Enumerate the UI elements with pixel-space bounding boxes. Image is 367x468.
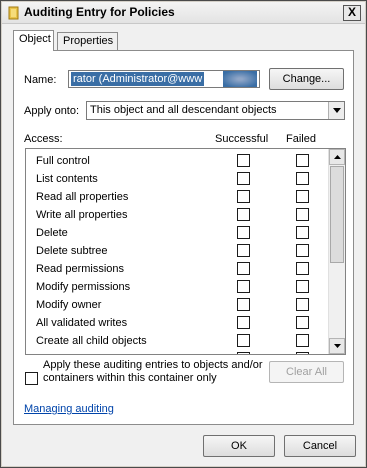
access-header: Access:	[24, 133, 63, 145]
permission-name: Delete all child objects	[36, 353, 145, 354]
permission-row: Modify owner	[26, 296, 326, 314]
cancel-button[interactable]: Cancel	[284, 435, 356, 457]
clear-all-button[interactable]: Clear All	[269, 361, 344, 383]
failed-checkbox[interactable]	[296, 208, 309, 221]
folder-icon	[8, 6, 20, 20]
permission-name: All validated writes	[36, 317, 128, 329]
failed-checkbox[interactable]	[296, 154, 309, 167]
successful-checkbox[interactable]	[237, 208, 250, 221]
scroll-down-icon[interactable]	[329, 338, 345, 354]
failed-checkbox[interactable]	[296, 244, 309, 257]
permission-row: Modify permissions	[26, 278, 326, 296]
permission-row: Create all child objects	[26, 332, 326, 350]
apply-onto-select[interactable]: This object and all descendant objects	[86, 101, 345, 120]
name-label: Name:	[24, 74, 57, 86]
failed-checkbox[interactable]	[296, 298, 309, 311]
apply-within-container-label: Apply these auditing entries to objects …	[43, 359, 263, 384]
vertical-scrollbar[interactable]	[328, 149, 345, 354]
permission-name: Delete subtree	[36, 245, 108, 257]
successful-checkbox[interactable]	[237, 334, 250, 347]
failed-checkbox[interactable]	[296, 190, 309, 203]
tab-object[interactable]: Object	[13, 30, 54, 51]
permission-name: Delete	[36, 227, 68, 239]
permission-name: Write all properties	[36, 209, 128, 221]
apply-onto-value: This object and all descendant objects	[90, 104, 277, 116]
successful-checkbox[interactable]	[237, 244, 250, 257]
auditing-entry-dialog: Auditing Entry for Policies X Object Pro…	[0, 0, 367, 468]
redacted-region	[223, 71, 257, 87]
window-title: Auditing Entry for Policies	[24, 5, 175, 19]
successful-header: Successful	[215, 133, 269, 145]
successful-checkbox[interactable]	[237, 190, 250, 203]
chevron-down-icon[interactable]	[328, 102, 344, 119]
successful-checkbox[interactable]	[237, 154, 250, 167]
successful-checkbox[interactable]	[237, 352, 250, 354]
name-field[interactable]: rator (Administrator@www	[68, 70, 260, 88]
failed-checkbox[interactable]	[296, 262, 309, 275]
successful-checkbox[interactable]	[237, 280, 250, 293]
failed-checkbox[interactable]	[296, 280, 309, 293]
successful-checkbox[interactable]	[237, 172, 250, 185]
close-button[interactable]: X	[343, 5, 361, 21]
successful-checkbox[interactable]	[237, 262, 250, 275]
close-icon: X	[347, 5, 356, 19]
tab-properties[interactable]: Properties	[57, 32, 118, 51]
failed-checkbox[interactable]	[296, 316, 309, 329]
permission-list[interactable]: Full control List contents Read all proper…	[25, 148, 346, 355]
scroll-thumb[interactable]	[330, 166, 344, 263]
permission-name: Create all child objects	[36, 335, 147, 347]
permission-row: Read all properties	[26, 188, 326, 206]
ok-button[interactable]: OK	[203, 435, 275, 457]
permission-row: Delete	[26, 224, 326, 242]
permission-name: Read permissions	[36, 263, 125, 275]
permission-row: Delete subtree	[26, 242, 326, 260]
permission-row: Write all properties	[26, 206, 326, 224]
permission-row: List contents	[26, 170, 326, 188]
failed-checkbox[interactable]	[296, 226, 309, 239]
permission-name: Read all properties	[36, 191, 129, 203]
successful-checkbox[interactable]	[237, 298, 250, 311]
name-value: rator (Administrator@www	[71, 72, 205, 86]
successful-checkbox[interactable]	[237, 226, 250, 239]
failed-checkbox[interactable]	[296, 334, 309, 347]
permission-name: Modify owner	[36, 299, 102, 311]
apply-onto-label: Apply onto:	[24, 105, 80, 117]
failed-checkbox[interactable]	[296, 172, 309, 185]
successful-checkbox[interactable]	[237, 316, 250, 329]
apply-within-container-checkbox[interactable]	[25, 372, 38, 385]
permission-name: List contents	[36, 173, 98, 185]
permission-row: Read permissions	[26, 260, 326, 278]
permission-row: All validated writes	[26, 314, 326, 332]
title-bar[interactable]: Auditing Entry for Policies X	[2, 2, 365, 24]
permission-name: Full control	[36, 155, 90, 167]
permission-row: Full control	[26, 152, 326, 170]
managing-auditing-link[interactable]: Managing auditing	[24, 403, 114, 415]
failed-checkbox[interactable]	[296, 352, 309, 354]
failed-header: Failed	[286, 133, 316, 145]
permission-row: Delete all child objects	[26, 350, 326, 354]
permission-name: Modify permissions	[36, 281, 131, 293]
scroll-up-icon[interactable]	[329, 149, 345, 165]
change-button[interactable]: Change...	[269, 68, 344, 90]
